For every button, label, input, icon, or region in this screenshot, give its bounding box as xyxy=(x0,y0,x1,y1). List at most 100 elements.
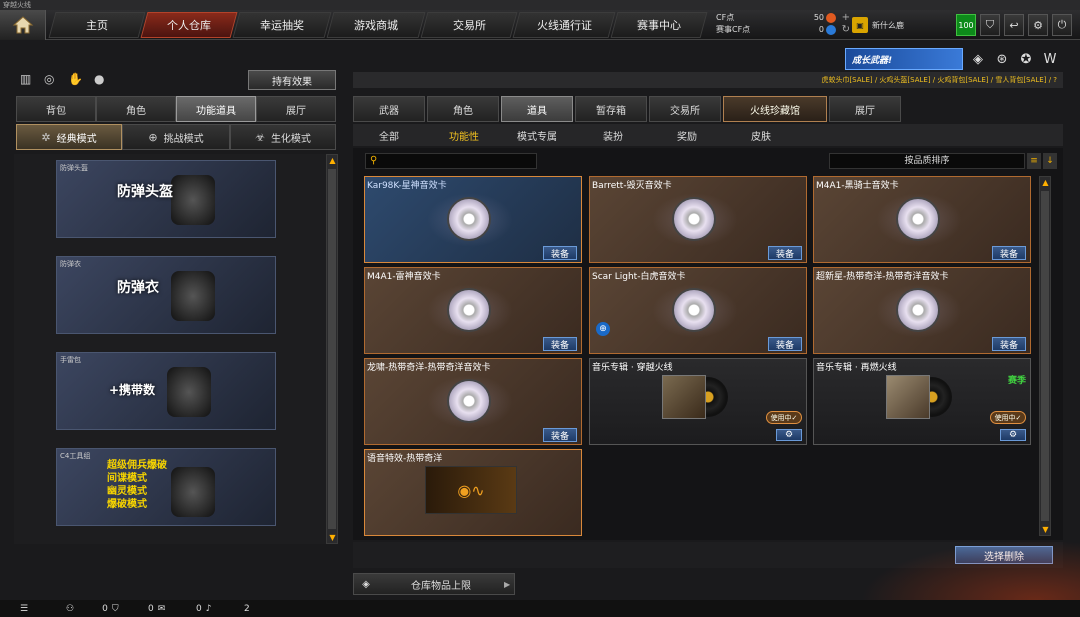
refresh-icon[interactable]: ◎ xyxy=(44,72,60,88)
equip-button[interactable]: 装备 xyxy=(992,246,1026,260)
wings-icon[interactable]: W xyxy=(1041,50,1059,68)
equip-button[interactable]: 装备 xyxy=(543,337,577,351)
sort-order-icon[interactable]: ↓ xyxy=(1043,153,1057,169)
power-icon[interactable]: ⏻ xyxy=(1052,14,1072,36)
return-icon[interactable]: ↩ xyxy=(1004,14,1024,36)
item-card[interactable]: Kar98K-星神音效卡 装备 xyxy=(364,176,582,263)
item-card[interactable]: 龙啸-热带奇洋-热带奇洋音效卡 装备 xyxy=(364,358,582,445)
status-friends[interactable]: ⚇ 0 ⛉ xyxy=(66,602,119,615)
nav-tab-pass[interactable]: 火线通行证 xyxy=(512,12,616,38)
messages-count: 0 xyxy=(148,603,154,614)
mode-challenge[interactable]: ⊕ 挑战模式 xyxy=(122,124,230,150)
list-item[interactable]: 防弹头盔 防弹头盔 xyxy=(56,160,276,238)
helmet-icon xyxy=(171,175,215,225)
status-messages[interactable]: 0 ✉ xyxy=(148,602,165,615)
scroll-up-icon[interactable]: ▲ xyxy=(328,156,337,165)
item-card[interactable]: M4A1-黑骑士音效卡 装备 xyxy=(813,176,1031,263)
list-item[interactable]: 手雷包 +携带数 xyxy=(56,352,276,430)
home-button[interactable] xyxy=(0,10,46,40)
subtab-functional[interactable]: 功能性 xyxy=(449,128,479,143)
select-delete-button[interactable]: 选择删除 xyxy=(955,546,1053,564)
hand-icon[interactable]: ✋ xyxy=(68,72,84,88)
shield-icon[interactable]: ⛉ xyxy=(980,14,1000,36)
equip-button[interactable]: 装备 xyxy=(992,337,1026,351)
left-scrollbar[interactable]: ▲ ▼ xyxy=(326,154,338,544)
storage-limit-button[interactable]: ◈ 仓库物品上限 ▶ xyxy=(353,573,515,595)
sort-dropdown[interactable]: 按品质排序 xyxy=(829,153,1025,169)
list-view-icon[interactable]: ≡ xyxy=(1027,153,1041,169)
item-title: 防弹头盔 xyxy=(60,164,88,172)
item-card[interactable]: M4A1-雷神音效卡 装备 xyxy=(364,267,582,354)
grid-scrollbar[interactable]: ▲ ▼ xyxy=(1039,176,1051,536)
list-item[interactable]: 防弹衣 防弹衣 xyxy=(56,256,276,334)
equip-button[interactable]: 装备 xyxy=(543,428,577,442)
subtab-all[interactable]: 全部 xyxy=(379,128,399,143)
settings-gear-icon[interactable]: ⚙ xyxy=(776,429,802,441)
search-input[interactable]: ⚲ xyxy=(365,153,537,169)
tab-gallery[interactable]: 展厅 xyxy=(829,96,901,122)
scroll-down-icon[interactable]: ▼ xyxy=(1041,525,1050,534)
effects-button[interactable]: 持有效果 xyxy=(248,70,336,90)
tab-character[interactable]: 角色 xyxy=(96,96,176,122)
tab-storage[interactable]: 暂存箱 xyxy=(575,96,647,122)
item-card[interactable]: 超新星-热带奇洋-热带奇洋音效卡 装备 xyxy=(813,267,1031,354)
grid-footer: 选择删除 xyxy=(353,542,1063,568)
grenade-icon[interactable]: ● xyxy=(94,72,110,88)
shield-badge-icon[interactable]: ◈ xyxy=(969,50,987,68)
nav-tab-exchange[interactable]: 交易所 xyxy=(420,12,518,38)
nav-tab-shop[interactable]: 游戏商城 xyxy=(326,12,426,38)
gear-icon[interactable]: ⚙ xyxy=(1028,14,1048,36)
news-button[interactable]: ▣ 新什么鹿 xyxy=(852,15,942,35)
equip-button[interactable]: 装备 xyxy=(543,246,577,260)
tab-backpack[interactable]: 背包 xyxy=(16,96,96,122)
item-card[interactable]: 音乐专辑 · 穿越火线 使用中✓ ⚙ xyxy=(589,358,807,445)
list-item[interactable]: C4工具组 超级佣兵爆破 间谍模式 幽灵模式 爆破模式 xyxy=(56,448,276,526)
item-card[interactable]: Scar Light-白虎音效卡 ⊕ 装备 xyxy=(589,267,807,354)
sale-ticker[interactable]: 虎蛟头巾[SALE] / 火鸡头盔[SALE] / 火鸡背包[SALE] / 雪… xyxy=(353,72,1063,88)
item-card[interactable]: 语音特效-热带奇洋 ◉∿ xyxy=(364,449,582,536)
nav-tab-home[interactable]: 主页 xyxy=(48,12,146,38)
tab-weapons[interactable]: 武器 xyxy=(353,96,425,122)
tab-items[interactable]: 道具 xyxy=(501,96,573,122)
add-cf-icon[interactable]: + xyxy=(842,12,850,24)
stack-icon: ◈ xyxy=(362,578,370,590)
tab-function-items[interactable]: 功能道具 xyxy=(176,96,256,122)
nav-tab-warehouse[interactable]: 个人仓库 xyxy=(140,12,238,38)
item-card[interactable]: 音乐专辑 · 再燃火线 赛季 使用中✓ ⚙ xyxy=(813,358,1031,445)
stats-icon[interactable]: ▥ xyxy=(20,72,36,88)
subtab-reward[interactable]: 奖励 xyxy=(677,128,697,143)
tab-collection[interactable]: 火线珍藏馆 xyxy=(723,96,827,122)
status-volume[interactable]: 0 ♪ xyxy=(196,602,211,615)
sound-disc-icon xyxy=(447,288,491,332)
mode-zombie[interactable]: ☣ 生化模式 xyxy=(230,124,336,150)
scroll-down-icon[interactable]: ▼ xyxy=(328,533,337,542)
scroll-up-icon[interactable]: ▲ xyxy=(1041,178,1050,187)
tab-exchange[interactable]: 交易所 xyxy=(649,96,721,122)
item-card[interactable]: Barrett-毁灭音效卡 装备 xyxy=(589,176,807,263)
badge-icon[interactable]: ✪ xyxy=(1017,50,1035,68)
scroll-thumb[interactable] xyxy=(328,169,336,529)
target-icon[interactable]: ⊛ xyxy=(993,50,1011,68)
news-icon: ▣ xyxy=(852,17,868,33)
menu-icon[interactable]: ☰ xyxy=(20,602,28,615)
nav-tab-lottery[interactable]: 幸运抽奖 xyxy=(232,12,332,38)
mode-zombie-label: 生化模式 xyxy=(270,133,311,145)
sound-disc-icon xyxy=(672,288,716,332)
mode-classic[interactable]: ✲ 经典模式 xyxy=(16,124,122,150)
in-use-badge: 使用中✓ xyxy=(766,411,802,424)
tab-characters[interactable]: 角色 xyxy=(427,96,499,122)
subtab-mode-exclusive[interactable]: 模式专属 xyxy=(517,128,557,143)
equip-button[interactable]: 装备 xyxy=(768,337,802,351)
top-nav-bar: 主页 个人仓库 幸运抽奖 游戏商城 交易所 火线通行证 赛事中心 CF点 50 … xyxy=(0,10,1080,40)
left-panel: ▥ ◎ ✋ ● 持有效果 背包 角色 功能道具 展厅 ✲ 经典模式 ⊕ 挑战模式… xyxy=(14,62,338,572)
nav-tab-events[interactable]: 赛事中心 xyxy=(610,12,708,38)
settings-gear-icon[interactable]: ⚙ xyxy=(1000,429,1026,441)
tab-gallery[interactable]: 展厅 xyxy=(256,96,336,122)
scroll-thumb[interactable] xyxy=(1041,191,1049,521)
subtab-cosmetic[interactable]: 装扮 xyxy=(603,128,623,143)
card-name: 音乐专辑 · 再燃火线 xyxy=(816,363,897,373)
refresh-icon[interactable]: ↻ xyxy=(842,24,850,36)
subtab-skin[interactable]: 皮肤 xyxy=(751,128,771,143)
promo-banner[interactable]: 成长武器! xyxy=(845,48,963,70)
equip-button[interactable]: 装备 xyxy=(768,246,802,260)
